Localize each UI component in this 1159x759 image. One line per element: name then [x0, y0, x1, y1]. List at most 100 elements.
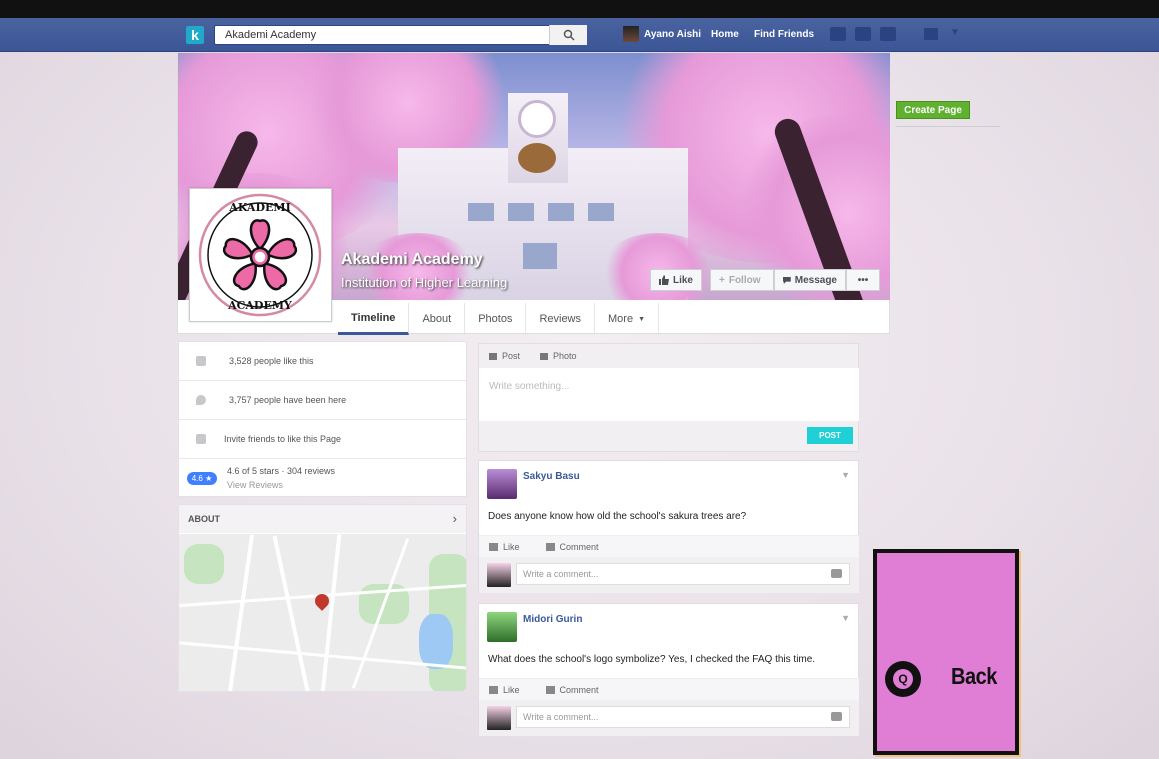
logo-text-top: AKADEMI: [228, 201, 290, 214]
comment-input[interactable]: Write a comment...: [516, 706, 850, 728]
post-author-avatar[interactable]: [487, 612, 517, 642]
tab-more[interactable]: More ▼: [595, 303, 660, 335]
composer-photo-tab[interactable]: Photo: [540, 351, 577, 361]
user-name: Ayano Aishi: [644, 28, 702, 40]
likes-count: 3,528 people like this: [229, 356, 314, 366]
camera-icon[interactable]: [831, 569, 842, 578]
top-navigation-bar: k Akademi Academy Ayano Aishi Home Find …: [0, 18, 1159, 52]
account-menu-caret-icon[interactable]: ▼: [950, 27, 960, 38]
follow-label: Follow: [728, 274, 761, 286]
message-icon: [783, 276, 791, 284]
search-input[interactable]: Akademi Academy: [214, 25, 587, 45]
people-icon: [196, 356, 206, 366]
follow-button[interactable]: + Follow: [710, 269, 774, 291]
more-options-button[interactable]: •••: [846, 269, 880, 291]
nav-notification-icons: [830, 27, 896, 41]
camera-icon: [540, 353, 549, 361]
post-button[interactable]: POST: [807, 427, 853, 444]
clock-face: [518, 100, 556, 138]
more-dots-icon: •••: [857, 274, 869, 286]
about-card: ABOUT ›: [178, 504, 467, 692]
site-logo-icon[interactable]: k: [186, 26, 204, 44]
thumbs-up-icon: [489, 543, 498, 552]
page-info-card: 3,528 people like this 3,757 people have…: [178, 341, 467, 497]
tab-more-label: More: [608, 313, 634, 325]
post-like-label: Like: [503, 541, 520, 552]
commenter-avatar: [487, 706, 511, 730]
school-emblem: [518, 143, 556, 173]
post-like-button[interactable]: Like: [489, 542, 520, 552]
composer-text-area[interactable]: Write something...: [479, 368, 859, 421]
post-composer: Post Photo Write something... POST: [478, 343, 859, 452]
messages-icon[interactable]: [855, 27, 871, 41]
post-comment-button[interactable]: Comment: [545, 541, 599, 552]
like-page-label: Like: [672, 274, 693, 286]
about-header[interactable]: ABOUT: [179, 505, 466, 533]
akademi-logo: AKADEMI ACADEMY: [198, 193, 322, 317]
tab-photos[interactable]: Photos: [465, 303, 527, 335]
visits-row: 3,757 people have been here: [179, 381, 466, 420]
comment-input[interactable]: Write a comment...: [516, 563, 850, 585]
like-page-button[interactable]: Like: [650, 269, 702, 291]
composer-tabs: Post Photo: [479, 344, 858, 368]
view-reviews-link[interactable]: View Reviews: [227, 480, 335, 490]
location-map[interactable]: [179, 534, 466, 691]
post-actions: Like Comment: [479, 535, 859, 557]
post-options-caret-icon[interactable]: ▼: [841, 613, 850, 623]
post-author-name[interactable]: Sakyu Basu: [523, 471, 580, 499]
logo-text-bottom: ACADEMY: [227, 299, 292, 312]
thumbs-up-icon: [659, 275, 669, 285]
likes-row: 3,528 people like this: [179, 342, 466, 381]
tab-reviews[interactable]: Reviews: [526, 303, 596, 335]
post-header: Midori Gurin: [487, 612, 582, 642]
page-profile-picture[interactable]: AKADEMI ACADEMY: [189, 188, 332, 322]
nav-find-friends-link[interactable]: Find Friends: [754, 29, 814, 40]
tab-timeline[interactable]: Timeline: [338, 303, 410, 335]
rating-row: 4.6 ★ 4.6 of 5 stars · 304 reviews View …: [179, 459, 466, 497]
post-comment-button[interactable]: Comment: [545, 684, 599, 695]
privacy-shortcuts-icon[interactable]: [924, 28, 938, 40]
nav-home-link[interactable]: Home: [711, 29, 739, 40]
post-header: Sakyu Basu: [487, 469, 580, 499]
post-options-caret-icon[interactable]: ▼: [841, 470, 850, 480]
page-subtitle: Institution of Higher Learning: [341, 275, 508, 290]
about-title: ABOUT: [188, 514, 220, 524]
plus-icon: +: [719, 274, 725, 286]
invite-friends-link[interactable]: Invite friends to like this Page: [224, 434, 341, 444]
post-author-avatar[interactable]: [487, 469, 517, 499]
invite-friends-icon: [196, 434, 206, 444]
nav-user-profile[interactable]: Ayano Aishi: [623, 26, 701, 42]
post-actions: Like Comment: [479, 678, 859, 700]
comment-icon: [545, 686, 555, 695]
search-icon: [563, 29, 575, 41]
location-pin-icon: [196, 395, 206, 405]
page-tabs: Timeline About Photos Reviews More ▼: [338, 303, 660, 335]
message-button[interactable]: Message: [774, 269, 846, 291]
post-text: What does the school's logo symbolize? Y…: [488, 654, 816, 665]
user-avatar: [623, 26, 639, 42]
post-like-button[interactable]: Like: [489, 685, 520, 695]
post-comment-label: Comment: [559, 684, 599, 695]
divider: [896, 126, 1000, 127]
rating-summary: 4.6 of 5 stars · 304 reviews: [227, 466, 336, 476]
tab-about[interactable]: About: [409, 303, 466, 335]
post-comment-label: Comment: [559, 541, 599, 552]
chevron-right-icon[interactable]: ›: [453, 511, 457, 526]
camera-icon[interactable]: [831, 712, 842, 721]
comment-row: Write a comment...: [479, 557, 859, 593]
rating-badge: 4.6 ★: [187, 471, 217, 485]
invite-row[interactable]: Invite friends to like this Page: [179, 420, 466, 459]
notifications-globe-icon[interactable]: [880, 27, 896, 41]
commenter-avatar: [487, 563, 511, 587]
search-button[interactable]: [549, 25, 587, 45]
friend-requests-icon[interactable]: [830, 27, 846, 41]
top-black-strip: [0, 0, 1159, 18]
create-page-button[interactable]: Create Page: [896, 101, 970, 119]
comment-icon: [545, 543, 555, 552]
back-prompt-panel[interactable]: Q Back: [873, 549, 1019, 755]
post-icon: [489, 353, 497, 361]
composer-post-tab[interactable]: Post: [489, 351, 520, 361]
composer-photo-label: Photo: [553, 351, 577, 361]
post-author-name[interactable]: Midori Gurin: [523, 614, 582, 642]
feed-post: Sakyu Basu ▼ Does anyone know how old th…: [478, 460, 859, 593]
